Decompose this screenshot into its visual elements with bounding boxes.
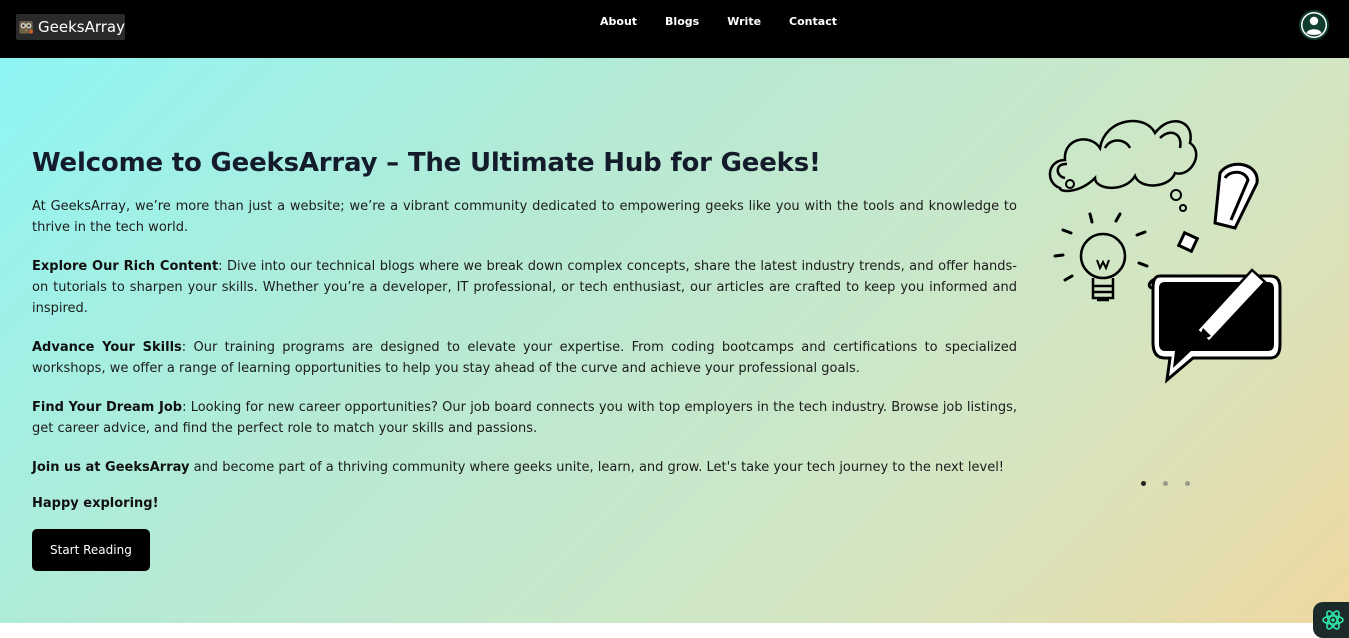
page-title: Welcome to GeeksArray – The Ultimate Hub… <box>32 148 821 178</box>
hero-content: Welcome to GeeksArray – The Ultimate Hub… <box>32 148 1017 571</box>
join-text: and become part of a thriving community … <box>189 460 1005 475</box>
carousel-indicators <box>1141 481 1207 486</box>
content-paragraph: Explore Our Rich Content: Dive into our … <box>32 256 1017 319</box>
skills-paragraph: Advance Your Skills: Our training progra… <box>32 337 1017 379</box>
join-label: Join us at GeeksArray <box>32 460 190 475</box>
carousel-dot-3[interactable] <box>1185 481 1190 486</box>
owl-logo-icon <box>19 20 34 34</box>
content-label: Explore Our Rich Content <box>32 259 219 274</box>
brand-name: GeeksArray <box>38 18 125 36</box>
site-logo[interactable]: GeeksArray <box>16 14 125 40</box>
intro-paragraph: At GeeksArray, we’re more than just a we… <box>32 199 1017 235</box>
atom-icon <box>1322 610 1344 630</box>
closing-text: Happy exploring! <box>32 496 159 511</box>
jobs-label: Find Your Dream Job <box>32 400 183 415</box>
skills-label: Advance Your Skills <box>32 340 182 355</box>
nav-write[interactable]: Write <box>727 15 761 29</box>
nav-blogs[interactable]: Blogs <box>665 15 699 29</box>
assistant-button[interactable] <box>1313 602 1349 638</box>
user-circle-icon <box>1301 12 1327 38</box>
carousel-dot-1[interactable] <box>1141 481 1146 486</box>
start-reading-button[interactable]: Start Reading <box>32 529 150 571</box>
main-nav: About Blogs Write Contact <box>600 15 865 29</box>
jobs-paragraph: Find Your Dream Job: Looking for new car… <box>32 397 1017 439</box>
ideas-illustration <box>1048 119 1282 384</box>
nav-contact[interactable]: Contact <box>789 15 837 29</box>
user-avatar-button[interactable] <box>1299 10 1329 40</box>
nav-about[interactable]: About <box>600 15 637 29</box>
join-paragraph: Join us at GeeksArray and become part of… <box>32 457 1017 478</box>
carousel-dot-2[interactable] <box>1163 481 1168 486</box>
top-navbar: GeeksArray About Blogs Write Contact <box>0 0 1349 58</box>
hero-section: Welcome to GeeksArray – The Ultimate Hub… <box>0 58 1349 638</box>
